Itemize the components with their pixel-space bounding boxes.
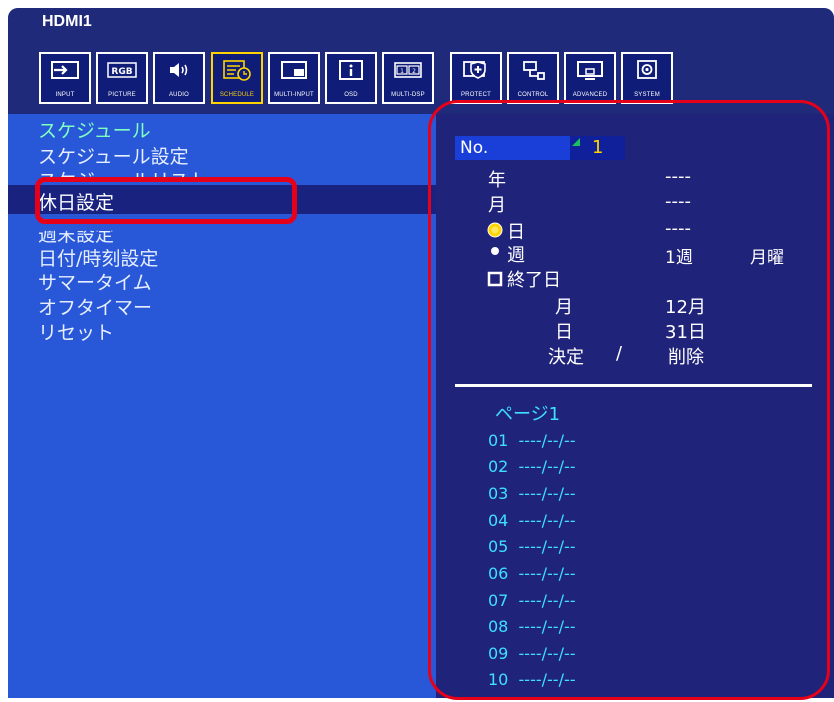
info-icon — [339, 60, 363, 80]
tab-label: SCHEDULE — [219, 92, 255, 98]
menu-item-weekend-settings[interactable]: 週末設定 — [38, 231, 114, 247]
menu-item-reset[interactable]: リセット — [38, 318, 114, 345]
protect-icon — [463, 61, 486, 79]
tab-label: AUDIO — [168, 92, 189, 98]
tab-control[interactable]: CONTROL — [507, 52, 559, 104]
schedule-icon — [223, 60, 251, 81]
tab-multi-input[interactable]: MULTI-INPUT — [268, 52, 320, 104]
tab-label: PICTURE — [108, 92, 136, 98]
tab-label: CONTROL — [517, 92, 549, 98]
multi-input-icon — [281, 61, 307, 79]
tab-label: MULTI-INPUT — [274, 92, 314, 98]
rgb-icon: RGB — [107, 62, 137, 78]
title-bar: HDMI1 — [8, 8, 834, 36]
input-icon — [51, 61, 79, 79]
tab-input[interactable]: INPUT — [39, 52, 91, 104]
menu-item-summer-time[interactable]: サマータイム — [38, 268, 152, 295]
system-icon — [637, 60, 657, 79]
speaker-icon — [170, 63, 188, 77]
menu-item-off-timer[interactable]: オフタイマー — [38, 293, 152, 320]
tab-system[interactable]: SYSTEM — [621, 52, 673, 104]
tab-picture[interactable]: RGB PICTURE — [96, 52, 148, 104]
tab-audio[interactable]: AUDIO — [153, 52, 205, 104]
advanced-icon — [577, 61, 603, 80]
tab-label: OSD — [344, 92, 358, 98]
highlight-settings-panel — [428, 100, 830, 700]
tab-label: MULTI-DSP — [391, 92, 425, 98]
tab-label: PROTECT — [460, 92, 492, 98]
multi-display-icon: 1 2 — [394, 62, 422, 78]
tab-advanced[interactable]: ADVANCED — [564, 52, 616, 104]
tab-multi-dsp[interactable]: 1 2 MULTI-DSP — [382, 52, 434, 104]
tab-label: SYSTEM — [634, 92, 660, 98]
menu-heading: スケジュール — [38, 120, 151, 142]
tab-protect[interactable]: PROTECT — [450, 52, 502, 104]
menu-item-schedule-settings[interactable]: スケジュール設定 — [38, 142, 189, 169]
tab-osd[interactable]: OSD — [325, 52, 377, 104]
highlight-holiday-settings — [35, 177, 297, 224]
tab-label: ADVANCED — [572, 92, 608, 98]
tab-schedule[interactable]: SCHEDULE — [211, 52, 263, 104]
svg-text:2: 2 — [412, 68, 416, 75]
svg-text:1: 1 — [400, 68, 404, 75]
window-title: HDMI1 — [42, 13, 92, 30]
tab-label: INPUT — [55, 92, 75, 98]
control-icon — [523, 61, 545, 80]
svg-text:RGB: RGB — [111, 67, 132, 77]
menu-item-date-time[interactable]: 日付/時刻設定 — [38, 244, 158, 271]
